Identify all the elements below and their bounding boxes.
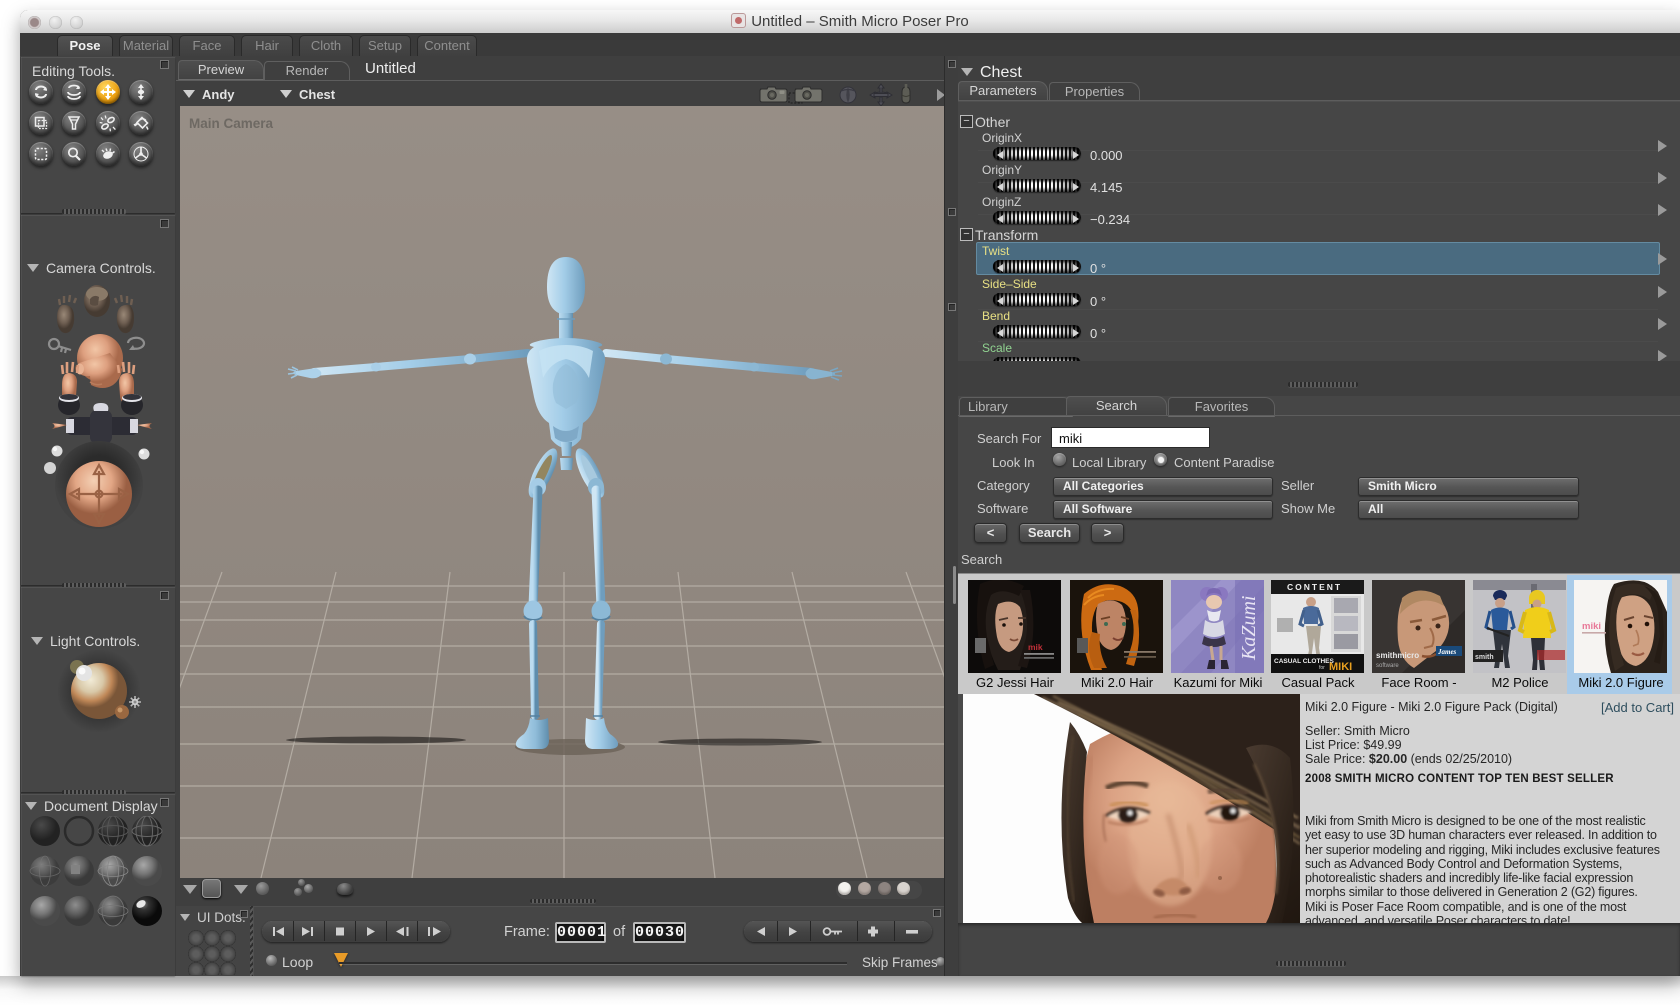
svg-text:CASUAL CLOTHES: CASUAL CLOTHES	[1274, 658, 1334, 665]
svg-text:miki: miki	[1582, 621, 1601, 632]
svg-text:mik: mik	[1028, 642, 1043, 652]
svg-text:CONTENT: CONTENT	[1287, 582, 1342, 592]
svg-text:smith: smith	[1475, 654, 1494, 661]
svg-text:James: James	[1437, 648, 1457, 656]
svg-text:software: software	[1376, 663, 1399, 669]
svg-text:Main Camera: Main Camera	[189, 116, 274, 131]
svg-text:for: for	[1319, 665, 1325, 671]
svg-text:smithmicro: smithmicro	[1376, 651, 1419, 660]
svg-text:KaZumi: KaZumi	[1238, 596, 1260, 661]
svg-text:MIKI: MIKI	[1329, 661, 1352, 673]
